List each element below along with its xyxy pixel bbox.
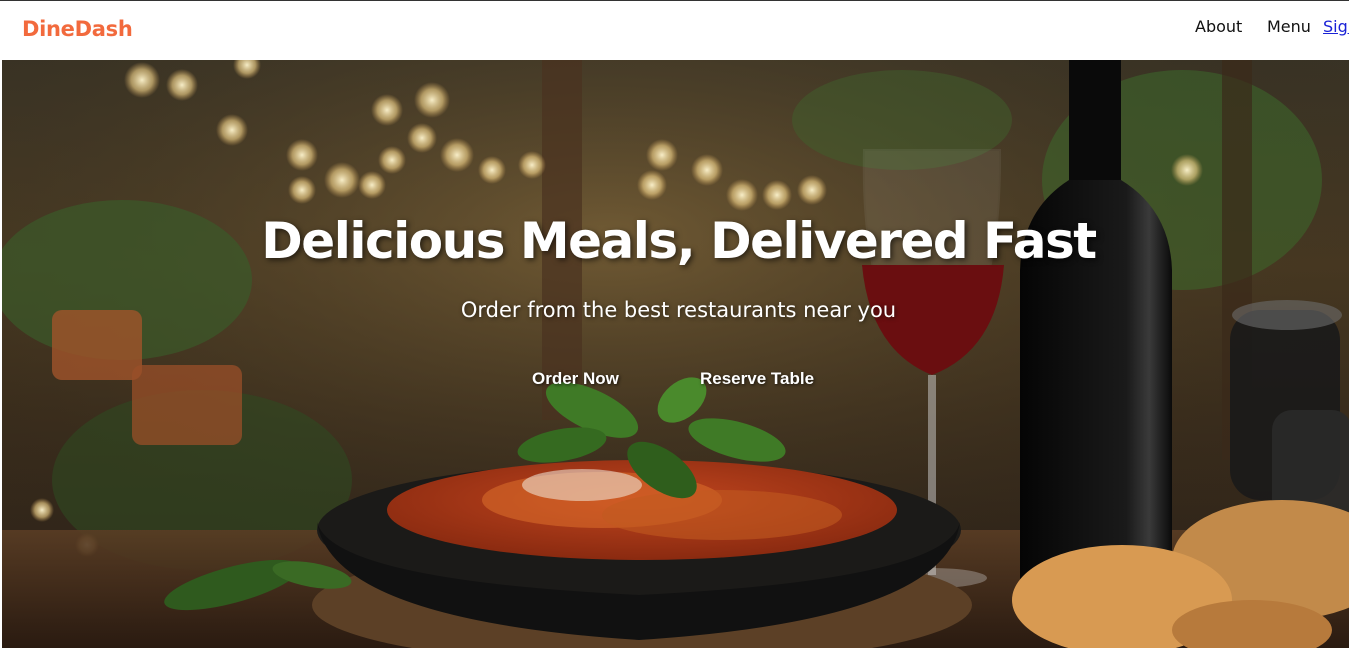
hero-subtitle: Order from the best restaurants near you (460, 298, 897, 322)
navbar: DineDash About Menu Sign (0, 0, 1349, 60)
brand-logo[interactable]: DineDash (22, 17, 133, 41)
order-now-button[interactable]: Order Now (532, 369, 619, 389)
reserve-table-button[interactable]: Reserve Table (700, 369, 814, 389)
hero-title: Delicious Meals, Delivered Fast (261, 212, 1097, 270)
nav-link-sign-in[interactable]: Sign (1323, 17, 1349, 36)
nav-link-about[interactable]: About (1195, 17, 1242, 36)
hero-background-image (2, 60, 1349, 648)
nav-link-menu[interactable]: Menu (1267, 17, 1311, 36)
hero-section: Delicious Meals, Delivered Fast Order fr… (2, 60, 1349, 648)
